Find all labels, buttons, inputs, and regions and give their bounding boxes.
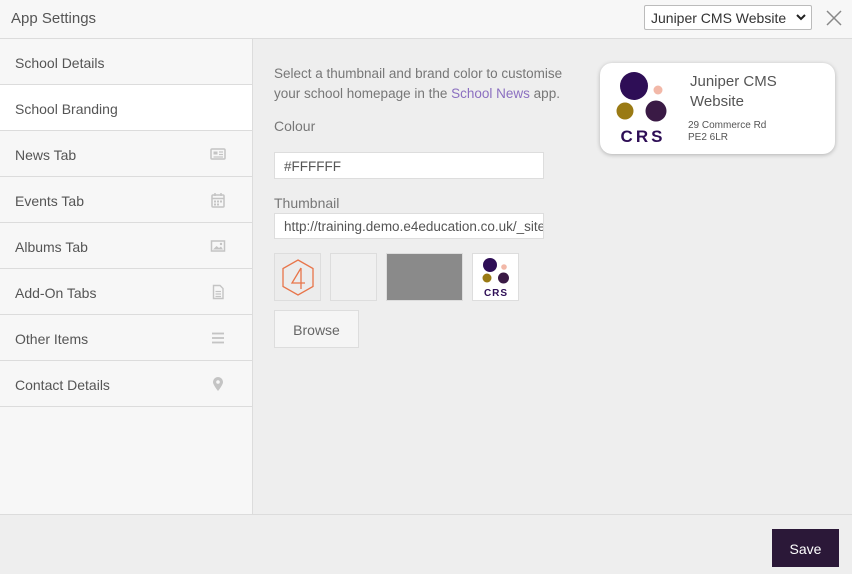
- thumbnail-option-light[interactable]: [330, 253, 377, 301]
- school-logo: CRS: [616, 72, 667, 145]
- sidebar-item-add-on-tabs[interactable]: Add-On Tabs: [0, 269, 252, 315]
- address-line-2: PE2 6LR: [688, 132, 729, 143]
- site-select[interactable]: Juniper CMS Website: [644, 5, 812, 30]
- close-icon[interactable]: [824, 8, 844, 28]
- thumbnail-label: Thumbnail: [274, 195, 340, 211]
- branding-panel: Select a thumbnail and brand color to cu…: [254, 39, 852, 514]
- sidebar-item-news-tab[interactable]: News Tab: [0, 131, 252, 177]
- e4-logo-icon: [282, 259, 314, 296]
- thumbnail-option-e4[interactable]: [274, 253, 321, 301]
- sidebar-item-label: Other Items: [15, 331, 89, 347]
- sidebar: School Details School Branding News Tab …: [0, 39, 253, 514]
- sidebar-item-label: Albums Tab: [15, 239, 88, 255]
- crs-logo-icon: CRS: [482, 258, 509, 299]
- sidebar-item-label: Contact Details: [15, 377, 110, 393]
- colour-label: Colour: [274, 118, 316, 134]
- document-icon: [212, 284, 224, 300]
- crs-logo-text: CRS: [484, 288, 508, 299]
- sidebar-item-label: School Branding: [15, 101, 118, 117]
- sidebar-item-contact-details[interactable]: Contact Details: [0, 361, 252, 407]
- sidebar-item-school-details[interactable]: School Details: [0, 39, 252, 85]
- sidebar-item-label: News Tab: [15, 147, 77, 163]
- school-news-link[interactable]: School News: [451, 86, 530, 101]
- map-pin-icon: [213, 377, 223, 391]
- list-icon: [212, 332, 224, 344]
- address-line-1: 29 Commerce Rd: [688, 120, 767, 131]
- sidebar-item-label: Events Tab: [15, 193, 85, 209]
- save-button[interactable]: Save: [772, 529, 839, 567]
- sidebar-item-school-branding[interactable]: School Branding: [0, 85, 252, 131]
- intro-text-end: app.: [529, 86, 560, 101]
- colour-input[interactable]: #FFFFFF: [274, 152, 544, 179]
- branding-intro: Select a thumbnail and brand color to cu…: [274, 64, 574, 104]
- chevron-down-icon: [796, 14, 806, 21]
- school-name: Juniper CMS Website: [690, 73, 777, 110]
- school-preview-card: CRS Juniper CMS Website 29 Commerce Rd P…: [600, 63, 835, 154]
- image-icon: [210, 240, 226, 252]
- sidebar-item-other-items[interactable]: Other Items: [0, 315, 252, 361]
- school-address: 29 Commerce Rd PE2 6LR: [688, 120, 766, 144]
- thumbnail-option-gray[interactable]: [386, 253, 463, 301]
- sidebar-item-events-tab[interactable]: Events Tab: [0, 177, 252, 223]
- window-title: App Settings: [11, 10, 97, 27]
- sidebar-item-label: Add-On Tabs: [15, 285, 97, 301]
- title-bar: App Settings Juniper CMS Website: [0, 0, 852, 39]
- sidebar-item-label: School Details: [15, 55, 105, 71]
- site-select-value: Juniper CMS Website: [651, 10, 787, 26]
- newspaper-icon: [210, 148, 226, 160]
- browse-button[interactable]: Browse: [274, 310, 359, 348]
- thumbnail-option-crs[interactable]: CRS: [472, 253, 519, 301]
- sidebar-item-albums-tab[interactable]: Albums Tab: [0, 223, 252, 269]
- thumbnail-url-input[interactable]: http://training.demo.e4education.co.uk/_…: [274, 213, 544, 239]
- calendar-icon: [211, 193, 225, 208]
- footer: Save: [0, 514, 852, 574]
- logo-text: CRS: [621, 127, 666, 145]
